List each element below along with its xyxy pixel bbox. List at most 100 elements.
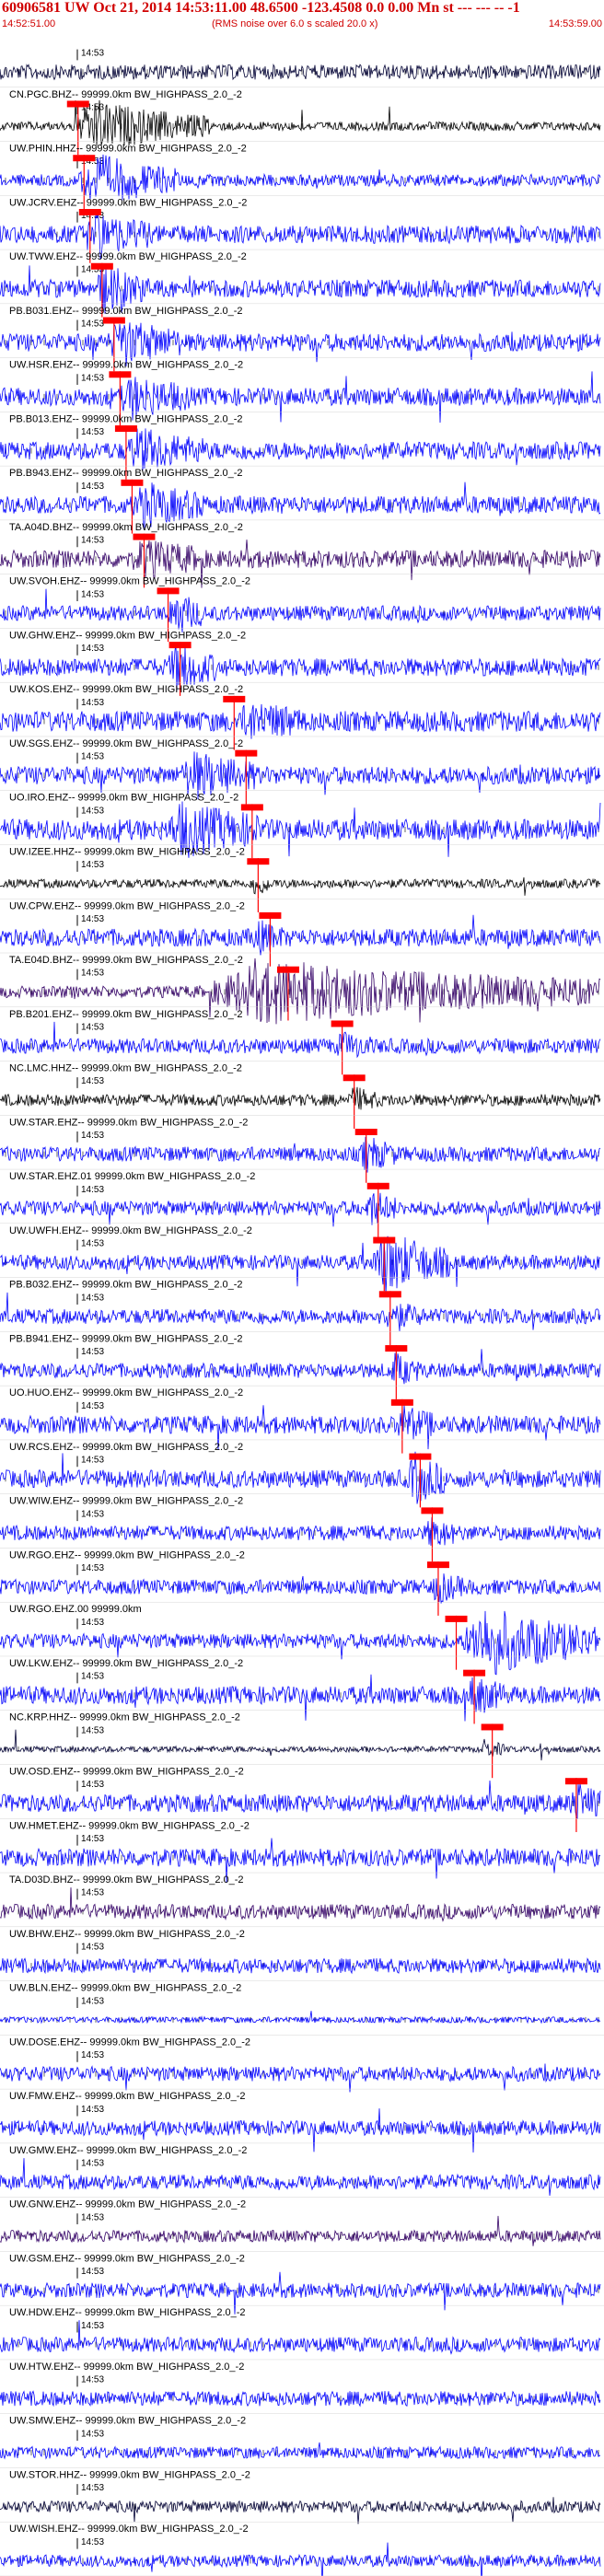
time-tick-label: 14:53 <box>81 1076 104 1086</box>
trace-row: UW.WISH.EHZ-- 99999.0km BW_HIGHPASS_2.0_… <box>0 2524 604 2576</box>
trace-label: UW.HSR.EHZ-- 99999.0km BW_HIGHPASS_2.0_-… <box>9 360 243 371</box>
waveform <box>0 2542 601 2576</box>
trace-row: UW.GSM.EHZ-- 99999.0km BW_HIGHPASS_2.0_-… <box>0 2253 604 2315</box>
trace-row: UW.BHW.EHZ-- 99999.0km BW_HIGHPASS_2.0_-… <box>0 1929 604 1981</box>
trace-label: UW.GHW.EHZ-- 99999.0km BW_HIGHPASS_2.0_-… <box>9 630 246 641</box>
time-tick-label: 14:53 <box>81 1131 104 1141</box>
waveform <box>0 64 601 81</box>
time-tick-label: 14:53 <box>81 1293 104 1303</box>
time-tick-label: 14:53 <box>81 1239 104 1249</box>
trace-label: UW.GSM.EHZ-- 99999.0km BW_HIGHPASS_2.0_-… <box>9 2253 245 2264</box>
time-tick-label: 14:53 <box>81 2105 104 2115</box>
trace-label: UW.STAR.EHZ-- 99999.0km BW_HIGHPASS_2.0_… <box>9 1117 248 1128</box>
waveform <box>0 1086 601 1110</box>
trace-label: UW.RCS.EHZ-- 99999.0km BW_HIGHPASS_2.0_-… <box>9 1442 243 1453</box>
trace-row: TA.D03D.BHZ-- 99999.0km BW_HIGHPASS_2.0_… <box>0 1874 604 1928</box>
time-tick-label: 14:53 <box>81 1401 104 1411</box>
trace-label: PB.B201.EHZ-- 99999.0km BW_HIGHPASS_2.0_… <box>9 1009 243 1020</box>
trace-label: UW.RGO.EHZ.00 99999.0km <box>9 1604 142 1615</box>
waveform <box>0 2390 601 2408</box>
trace-label: UW.RGO.EHZ-- 99999.0km BW_HIGHPASS_2.0_-… <box>9 1549 245 1561</box>
time-tick-label: 14:53 <box>81 1725 104 1735</box>
trace-label: PB.B013.EHZ-- 99999.0km BW_HIGHPASS_2.0_… <box>9 413 243 424</box>
time-tick-label: 14:53 <box>81 1672 104 1682</box>
trace-label: UW.IZEE.HHZ-- 99999.0km BW_HIGHPASS_2.0_… <box>9 846 245 857</box>
trace-label: UW.LKW.EHZ-- 99999.0km BW_HIGHPASS_2.0_-… <box>9 1658 243 1669</box>
scaling-note: (RMS noise over 6.0 s scaled 20.0 x) <box>212 18 378 29</box>
start-time-label: 14:52:51.00 <box>2 18 56 29</box>
time-tick-label: 14:53 <box>81 698 104 708</box>
trace-row: UW.FMW.EHZ-- 99999.0km BW_HIGHPASS_2.0_-… <box>0 2091 604 2153</box>
trace-label: UW.SVOH.EHZ-- 99999.0km BW_HIGHPASS_2.0_… <box>9 576 250 587</box>
trace-label: UW.HDW.EHZ-- 99999.0km BW_HIGHPASS_2.0_-… <box>9 2307 246 2318</box>
time-tick-label: 14:53 <box>81 373 104 383</box>
trace-label: UW.SGS.EHZ-- 99999.0km BW_HIGHPASS_2.0_-… <box>9 738 243 749</box>
trace-label: UW.GNW.EHZ-- 99999.0km BW_HIGHPASS_2.0_-… <box>9 2199 246 2210</box>
trace-row: UW.HTW.EHZ-- 99999.0km BW_HIGHPASS_2.0_-… <box>0 2361 604 2414</box>
time-tick-label: 14:53 <box>81 806 104 816</box>
time-tick-label: 14:53 <box>81 482 104 492</box>
trace-row: UW.DOSE.EHZ-- 99999.0km BW_HIGHPASS_2.0_… <box>0 2036 604 2093</box>
time-tick-label: 14:53 <box>81 1022 104 1032</box>
trace-row: UW.BLN.EHZ-- 99999.0km BW_HIGHPASS_2.0_-… <box>0 1983 604 2036</box>
waveform <box>0 876 601 896</box>
time-tick-label: 14:53 <box>81 1618 104 1628</box>
time-tick-label: 14:53 <box>81 49 104 59</box>
trace-label: UW.STAR.EHZ.01 99999.0km BW_HIGHPASS_2.0… <box>9 1171 255 1182</box>
trace-label: UW.WISH.EHZ-- 99999.0km BW_HIGHPASS_2.0_… <box>9 2524 249 2535</box>
time-tick-label: 14:53 <box>81 589 104 599</box>
time-tick-label: 14:53 <box>81 1996 104 2006</box>
trace-label: PB.B943.EHZ-- 99999.0km BW_HIGHPASS_2.0_… <box>9 468 243 479</box>
trace-row: UW.HDW.EHZ-- 99999.0km BW_HIGHPASS_2.0_-… <box>0 2307 604 2361</box>
trace-label: UW.STOR.HHZ-- 99999.0km BW_HIGHPASS_2.0_… <box>9 2469 250 2480</box>
trace-label: UW.GMW.EHZ-- 99999.0km BW_HIGHPASS_2.0_-… <box>9 2145 247 2156</box>
end-time-label: 14:53:59.00 <box>548 18 602 29</box>
time-tick-label: 14:53 <box>81 1942 104 1952</box>
seismogram-record-section: 14:53 CN.PGC.BHZ-- 99999.0km BW_HIGHPASS_… <box>0 49 604 2576</box>
time-tick-label: 14:53 <box>81 1888 104 1898</box>
trace-label: NC.LMC.HHZ-- 99999.0km BW_HIGHPASS_2.0_-… <box>9 1063 242 1074</box>
trace-label: UW.OSD.EHZ-- 99999.0km BW_HIGHPASS_2.0_-… <box>9 1767 244 1778</box>
time-tick-label: 14:53 <box>81 2212 104 2222</box>
trace-label: NC.KRP.HHZ-- 99999.0km BW_HIGHPASS_2.0_-… <box>9 1712 240 1723</box>
time-tick-label: 14:53 <box>81 2159 104 2169</box>
time-tick-label: 14:53 <box>81 2537 104 2547</box>
time-tick-label: 14:53 <box>81 1780 104 1790</box>
trace-row: 14:53 <box>0 49 604 87</box>
time-tick-label: 14:53 <box>81 2429 104 2439</box>
waveform <box>0 1573 601 1604</box>
time-tick-label: 14:53 <box>81 1834 104 1844</box>
trace-row: UW.HMET.EHZ-- 99999.0km BW_HIGHPASS_2.0_… <box>0 1820 604 1884</box>
trace-label: PB.B031.EHZ-- 99999.0km BW_HIGHPASS_2.0_… <box>9 306 243 317</box>
trace-label: UO.HUO.EHZ-- 99999.0km BW_HIGHPASS_2.0_-… <box>9 1387 243 1398</box>
time-tick-label: 14:53 <box>81 2050 104 2060</box>
waveform <box>0 1136 601 1173</box>
trace-label: UO.IRO.EHZ-- 99999.0km BW_HIGHPASS_2.0_-… <box>9 793 238 804</box>
time-tick-label: 14:53 <box>81 2375 104 2385</box>
waveform <box>0 2011 601 2025</box>
trace-label: UW.HMET.EHZ-- 99999.0km BW_HIGHPASS_2.0_… <box>9 1820 250 1831</box>
trace-label: UW.HTW.EHZ-- 99999.0km BW_HIGHPASS_2.0_-… <box>9 2361 244 2373</box>
time-tick-label: 14:53 <box>81 644 104 654</box>
trace-row: UW.STOR.HHZ-- 99999.0km BW_HIGHPASS_2.0_… <box>0 2469 604 2524</box>
trace-label: UW.CPW.EHZ-- 99999.0km BW_HIGHPASS_2.0_-… <box>9 900 245 911</box>
trace-label: UW.WIW.EHZ-- 99999.0km BW_HIGHPASS_2.0_-… <box>9 1496 243 1507</box>
time-tick-label: 14:53 <box>81 2267 104 2277</box>
time-tick-label: 14:53 <box>81 536 104 546</box>
time-tick-label: 14:53 <box>81 1456 104 1466</box>
trace-row: UW.GNW.EHZ-- 99999.0km BW_HIGHPASS_2.0_-… <box>0 2199 604 2252</box>
waveform <box>0 2442 601 2460</box>
waveform <box>0 2063 601 2093</box>
time-tick-label: 14:53 <box>81 860 104 870</box>
time-tick-label: 14:53 <box>81 2483 104 2493</box>
trace-label: TA.A04D.BHZ-- 99999.0km BW_HIGHPASS_2.0_… <box>9 522 243 533</box>
trace-label: UW.KOS.EHZ-- 99999.0km BW_HIGHPASS_2.0_-… <box>9 684 243 695</box>
plot-header: 60906581 UW Oct 21, 2014 14:53:11.00 48.… <box>0 0 604 33</box>
waveform <box>0 703 601 739</box>
time-tick-label: 14:53 <box>81 1509 104 1519</box>
trace-label: CN.PGC.BHZ-- 99999.0km BW_HIGHPASS_2.0_-… <box>9 89 242 100</box>
waveform <box>0 1517 601 1546</box>
trace-label: UW.JCRV.EHZ-- 99999.0km BW_HIGHPASS_2.0_… <box>9 197 247 208</box>
trace-label: UW.TWW.EHZ-- 99999.0km BW_HIGHPASS_2.0_-… <box>9 251 247 262</box>
time-tick-label: 14:53 <box>81 969 104 979</box>
